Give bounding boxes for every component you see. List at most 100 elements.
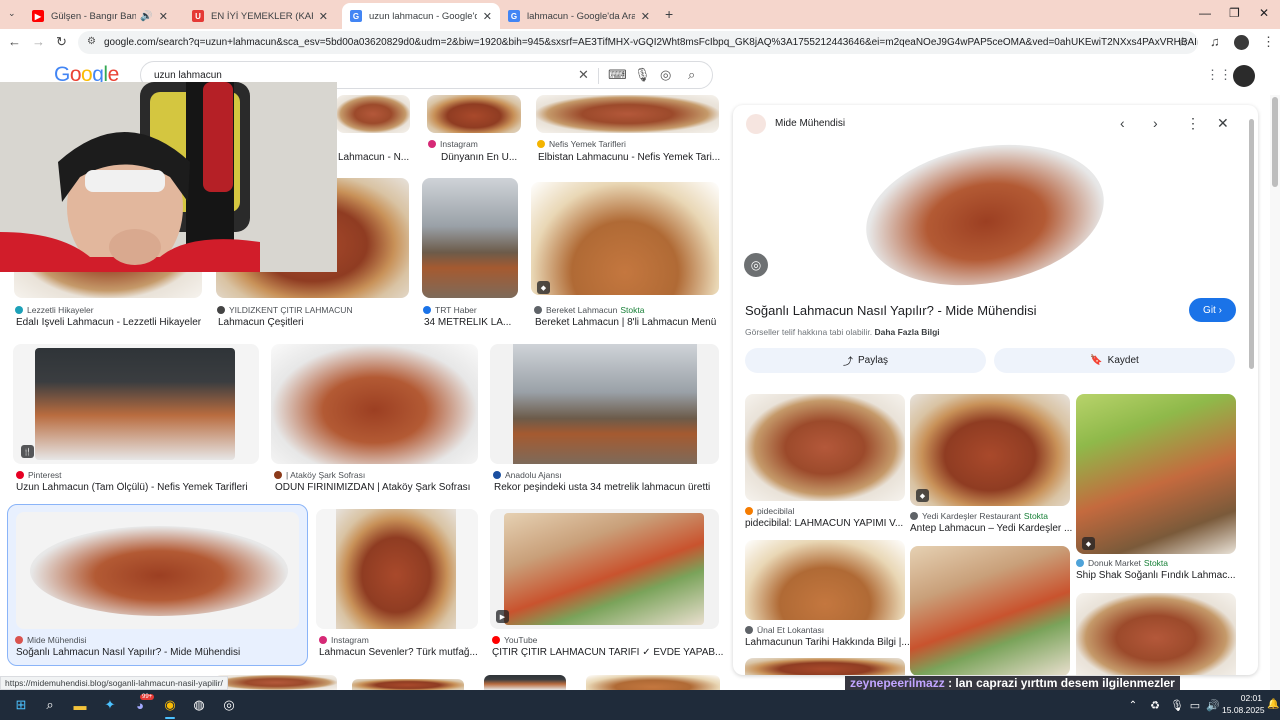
tab-close-icon[interactable]: ✕ [483, 10, 492, 23]
reload-icon[interactable]: ↻ [56, 34, 67, 50]
result-image[interactable] [16, 512, 299, 629]
result-title[interactable]: Dünyanın En U... [441, 152, 517, 163]
profile-avatar[interactable] [1234, 35, 1249, 50]
image-result[interactable]: Lahmacun - N... [336, 95, 411, 165]
result-title[interactable]: Lahmacun - N... [338, 152, 409, 163]
close-window-icon[interactable]: ✕ [1259, 6, 1269, 20]
search-icon[interactable]: ⌕ [41, 696, 59, 714]
result-image[interactable] [271, 344, 478, 464]
app-icon[interactable]: ✦ [101, 696, 119, 714]
site-info-icon[interactable]: ⚙ [87, 36, 96, 47]
forward-icon[interactable]: → [32, 34, 45, 49]
result-image[interactable] [490, 509, 719, 629]
windows-start-icon[interactable]: ⊞ [12, 696, 30, 714]
account-avatar[interactable] [1233, 65, 1255, 87]
search-icon[interactable]: ⌕ [688, 67, 695, 83]
microphone-icon[interactable]: 🎙 [1168, 696, 1186, 714]
related-title[interactable]: Lahmacunun Tarihi Hakkında Bilgi |... [745, 637, 910, 648]
result-title[interactable]: Uzun Lahmacun (Tam Ölçülü) - Nefis Yemek… [16, 482, 248, 493]
speaker-icon[interactable]: 🔊 [140, 11, 152, 22]
result-image[interactable] [215, 675, 337, 690]
result-image[interactable] [484, 675, 566, 690]
result-title[interactable]: ODUN FIRINIMIZDAN | Ataköy Şark Sofrası [275, 482, 470, 493]
related-image[interactable] [910, 394, 1070, 506]
result-image[interactable] [586, 675, 720, 690]
panel-scrollbar[interactable] [1249, 119, 1254, 369]
more-info-link[interactable]: Daha Fazla Bilgi [874, 327, 939, 337]
minimize-icon[interactable]: — [1199, 6, 1211, 20]
back-icon[interactable]: ← [8, 34, 21, 49]
tab-search-icon[interactable]: ⌄ [8, 8, 16, 19]
more-options-icon[interactable]: ⋮ [1186, 115, 1200, 132]
result-image[interactable] [422, 178, 518, 298]
volume-icon[interactable]: 🔊 [1204, 696, 1222, 714]
related-image[interactable] [1076, 593, 1236, 675]
tab-close-icon[interactable]: ✕ [641, 10, 650, 23]
file-explorer-icon[interactable]: ▬ [71, 696, 89, 714]
close-panel-icon[interactable]: ✕ [1217, 115, 1229, 132]
image-result[interactable]: Nefis Yemek Tarifleri Elbistan Lahmacunu… [536, 95, 721, 165]
page-scrollbar-thumb[interactable] [1272, 97, 1278, 187]
result-title[interactable]: Bereket Lahmacun | 8'li Lahmacun Menü [535, 317, 716, 328]
result-title[interactable]: Soğanlı Lahmacun Nasıl Yapılır? - Mide M… [16, 647, 240, 658]
share-button[interactable]: ⤴ Paylaş [745, 348, 986, 373]
lens-search-icon[interactable]: ◎ [744, 253, 768, 277]
related-title[interactable]: pidecibilal: LAHMACUN YAPIMI V... [745, 518, 903, 529]
result-title[interactable]: Lahmacun Sevenler? Türk mutfağ... [319, 647, 478, 658]
new-tab-icon[interactable]: + [665, 6, 673, 22]
image-result[interactable]: | Ataköy Şark Sofrası ODUN FIRINIMIZDAN … [271, 344, 481, 496]
panel-title[interactable]: Soğanlı Lahmacun Nasıl Yapılır? - Mide M… [745, 303, 1036, 318]
related-image[interactable] [1076, 394, 1236, 554]
result-title[interactable]: 34 METRELİK LA... [424, 317, 511, 328]
address-bar[interactable]: ⚙ google.com/search?q=uzun+lahmacun&sca_… [78, 31, 1198, 54]
image-result[interactable]: ◆ Bereket Lahmacun Stokta Bereket Lahmacu… [531, 178, 721, 330]
tray-app-icon[interactable]: ♻ [1146, 696, 1164, 714]
tab-close-icon[interactable]: ✕ [319, 10, 328, 23]
result-image[interactable] [427, 95, 521, 133]
monitor-icon[interactable]: ▭ [1186, 696, 1204, 714]
image-result-selected[interactable]: Mide Mühendisi Soğanlı Lahmacun Nasıl Ya… [7, 504, 308, 666]
clock-date[interactable]: 15.08.2025 [1222, 705, 1265, 715]
related-image[interactable] [910, 546, 1070, 675]
related-image[interactable] [745, 394, 905, 501]
tab-close-icon[interactable]: ✕ [159, 10, 168, 23]
show-hidden-icons[interactable]: ⌃ [1124, 696, 1142, 714]
image-result[interactable]: Instagram Dünyanın En U... [427, 95, 527, 165]
tab-en-iyi-yemekler[interactable]: U EN İYİ YEMEKLER (KARIŞIK) @n ✕ [184, 3, 336, 29]
menu-dots-icon[interactable]: ⋮ [1262, 34, 1275, 50]
media-controls-icon[interactable]: ♫ [1210, 34, 1220, 49]
result-title[interactable]: Elbistan Lahmacunu - Nefis Yemek Tari... [538, 152, 720, 163]
result-title[interactable]: Edalı İşveli Lahmacun - Lezzetli Hikayel… [16, 317, 201, 328]
image-result[interactable]: Instagram Lahmacun Sevenler? Türk mutfağ… [316, 509, 481, 661]
tab-gulsen[interactable]: ▶ Gülşen - Bangır Bangır - Yo 🔊 ✕ [24, 3, 176, 29]
keyboard-icon[interactable]: ⌨ [608, 67, 627, 83]
related-result[interactable]: Ünal Et Lokantası Lahmacunun Tarihi Hakk… [745, 540, 910, 650]
result-image[interactable] [336, 95, 410, 133]
steam-icon[interactable]: ◍ [190, 696, 208, 714]
chrome-icon[interactable]: ◉ [161, 696, 179, 714]
related-image[interactable] [745, 540, 905, 620]
microphone-icon[interactable]: 🎙 [634, 67, 651, 83]
related-result[interactable]: pidecibilal pidecibilal: LAHMACUN YAPIMI… [745, 394, 907, 534]
result-image[interactable] [531, 182, 719, 295]
clock-time[interactable]: 02:01 [1226, 693, 1262, 703]
next-icon[interactable]: › [1153, 115, 1158, 131]
image-result[interactable]: 🍴 Pinterest Uzun Lahmacun (Tam Ölçülü) -… [13, 344, 263, 496]
clear-icon[interactable]: ✕ [578, 67, 589, 83]
related-image[interactable] [745, 658, 905, 675]
apps-grid-icon[interactable]: ⋮⋮ [1206, 67, 1232, 83]
image-result[interactable]: Anadolu Ajansı Rekor peşindeki usta 34 m… [490, 344, 721, 496]
notification-icon[interactable]: 🔔 [1267, 699, 1279, 710]
bookmark-star-icon[interactable]: ☆ [1177, 34, 1189, 50]
image-result[interactable]: TRT Haber 34 METRELİK LA... [422, 178, 522, 330]
tab-lahmacun[interactable]: G lahmacun - Google'da Ara ✕ [500, 3, 658, 29]
related-result[interactable]: ◆ Donuk Market Stokta Ship Shak Soğanlı F… [1076, 394, 1246, 584]
save-button[interactable]: 🔖 Kaydet [994, 348, 1235, 373]
image-result[interactable]: ▶ YouTube ÇITIR ÇITIR LAHMACUN TARİFİ ✓ … [490, 509, 723, 661]
restore-icon[interactable]: ❐ [1229, 6, 1240, 20]
panel-site-name[interactable]: Mide Mühendisi [775, 118, 845, 129]
result-image[interactable] [536, 95, 719, 133]
result-title[interactable]: Lahmacun Çeşitleri [218, 317, 304, 328]
related-title[interactable]: Ship Shak Soğanlı Fındık Lahmac... [1076, 570, 1236, 581]
obs-icon[interactable]: ◎ [220, 696, 238, 714]
